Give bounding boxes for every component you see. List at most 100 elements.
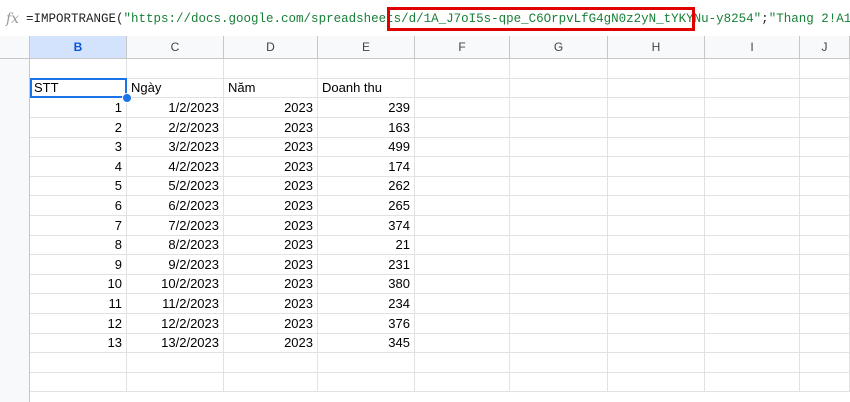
cell-f[interactable] (415, 274, 510, 295)
cell-g[interactable] (510, 117, 608, 138)
cell-d[interactable]: 2023 (224, 313, 318, 334)
cell-b[interactable]: 7 (30, 215, 127, 236)
column-header-i[interactable]: I (705, 36, 800, 59)
cell-h[interactable] (608, 294, 705, 314)
cell-e[interactable]: 345 (318, 333, 415, 354)
cell-e[interactable] (318, 372, 415, 393)
cell-j[interactable] (800, 117, 850, 138)
cell-j[interactable] (800, 254, 850, 275)
cell-j[interactable] (800, 156, 850, 177)
cell-g[interactable] (510, 78, 608, 98)
cell-b[interactable]: 2 (30, 117, 127, 138)
cell-i[interactable] (705, 333, 800, 354)
cell-d[interactable]: 2023 (224, 274, 318, 295)
cell-b[interactable]: 12 (30, 313, 127, 334)
cell-d[interactable] (224, 352, 318, 373)
cell-f[interactable] (415, 78, 510, 98)
cell-f[interactable] (415, 215, 510, 236)
cell-h[interactable] (608, 333, 705, 354)
cell-j[interactable] (800, 274, 850, 295)
cell-g[interactable] (510, 294, 608, 314)
cell-g[interactable] (510, 196, 608, 216)
cell-h[interactable] (608, 235, 705, 256)
cell-b[interactable]: 6 (30, 196, 127, 216)
cell-c[interactable] (127, 372, 224, 393)
cell-e[interactable]: 239 (318, 98, 415, 118)
cell-j[interactable] (800, 215, 850, 236)
cell-f[interactable] (415, 333, 510, 354)
cell-h[interactable] (608, 215, 705, 236)
cell-c[interactable]: 5/2/2023 (127, 176, 224, 197)
cell-i[interactable] (705, 352, 800, 373)
cell-c[interactable]: 1/2/2023 (127, 98, 224, 118)
cell-c[interactable]: 3/2/2023 (127, 137, 224, 158)
column-header-e[interactable]: E (318, 36, 415, 59)
cell-j[interactable] (800, 313, 850, 334)
cell-i[interactable] (705, 215, 800, 236)
cell-b[interactable] (30, 372, 127, 393)
cell-c[interactable]: 9/2/2023 (127, 254, 224, 275)
cell-g[interactable] (510, 254, 608, 275)
cell-f[interactable] (415, 176, 510, 197)
selected-cell[interactable] (30, 78, 127, 98)
cell-h[interactable] (608, 117, 705, 138)
cell-h[interactable] (608, 176, 705, 197)
cell-d[interactable]: 2023 (224, 294, 318, 314)
cell-b[interactable]: 1 (30, 98, 127, 118)
cell-d[interactable] (224, 372, 318, 393)
cell-i[interactable] (705, 235, 800, 256)
cell-j[interactable] (800, 235, 850, 256)
cell-c[interactable] (127, 352, 224, 373)
cell-i[interactable] (705, 313, 800, 334)
cell-e[interactable]: Doanh thu (318, 78, 415, 98)
cell-j[interactable] (800, 294, 850, 314)
cell-i[interactable] (705, 156, 800, 177)
cell-h[interactable] (608, 196, 705, 216)
cell-e[interactable]: 262 (318, 176, 415, 197)
cell-g[interactable] (510, 137, 608, 158)
cell-b[interactable] (30, 352, 127, 373)
cell-c[interactable]: 4/2/2023 (127, 156, 224, 177)
cell-i[interactable] (705, 274, 800, 295)
cell-j[interactable] (800, 196, 850, 216)
cell-d[interactable]: Năm (224, 78, 318, 98)
cell-g[interactable] (510, 313, 608, 334)
cell-f[interactable] (415, 59, 510, 79)
cell-b[interactable]: 8 (30, 235, 127, 256)
column-header-g[interactable]: G (510, 36, 608, 59)
cell-h[interactable] (608, 372, 705, 393)
cell-g[interactable] (510, 372, 608, 393)
cell-b[interactable]: 11 (30, 294, 127, 314)
cell-f[interactable] (415, 156, 510, 177)
column-header-h[interactable]: H (608, 36, 705, 59)
cell-j[interactable] (800, 352, 850, 373)
cell-f[interactable] (415, 196, 510, 216)
cell-b[interactable]: 9 (30, 254, 127, 275)
column-header-f[interactable]: F (415, 36, 510, 59)
cell-g[interactable] (510, 215, 608, 236)
cell-i[interactable] (705, 372, 800, 393)
cell-f[interactable] (415, 294, 510, 314)
cell-j[interactable] (800, 176, 850, 197)
cell-d[interactable] (224, 59, 318, 79)
cell-d[interactable]: 2023 (224, 215, 318, 236)
cell-i[interactable] (705, 196, 800, 216)
cell-i[interactable] (705, 254, 800, 275)
cell-i[interactable] (705, 294, 800, 314)
cell-f[interactable] (415, 352, 510, 373)
cell-c[interactable]: 7/2/2023 (127, 215, 224, 236)
cell-h[interactable] (608, 352, 705, 373)
cell-e[interactable]: 163 (318, 117, 415, 138)
cell-d[interactable]: 2023 (224, 333, 318, 354)
cell-j[interactable] (800, 372, 850, 393)
cell-b[interactable]: 3 (30, 137, 127, 158)
cell-i[interactable] (705, 137, 800, 158)
cell-i[interactable] (705, 117, 800, 138)
cell-d[interactable]: 2023 (224, 196, 318, 216)
cell-h[interactable] (608, 78, 705, 98)
cell-d[interactable]: 2023 (224, 176, 318, 197)
column-header-b[interactable]: B (30, 36, 127, 59)
cell-e[interactable]: 380 (318, 274, 415, 295)
cell-g[interactable] (510, 274, 608, 295)
column-header-j[interactable]: J (800, 36, 850, 59)
